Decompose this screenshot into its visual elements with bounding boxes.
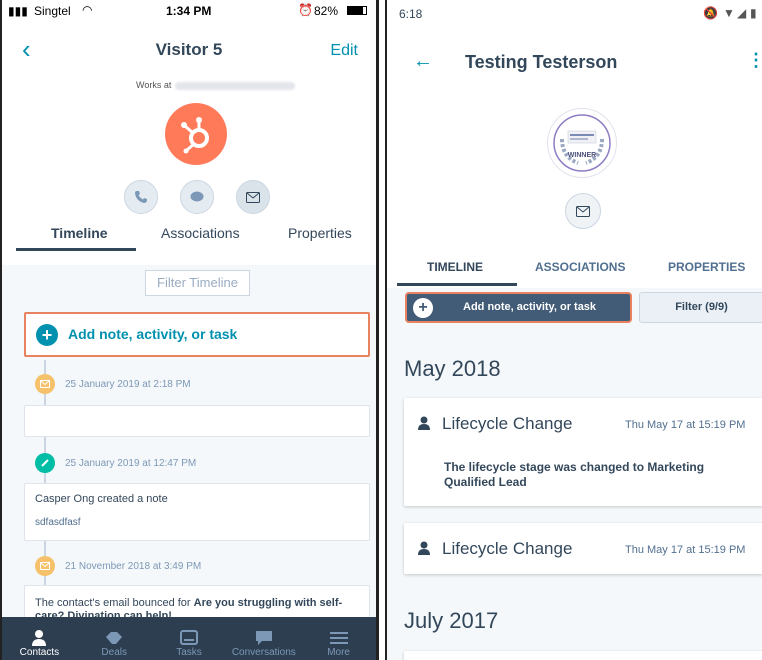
- active-tab-indicator: [16, 248, 136, 251]
- tab-properties[interactable]: PROPERTIES: [668, 260, 745, 274]
- tasks-icon: [179, 630, 198, 645]
- nav-tasks[interactable]: Tasks: [152, 617, 227, 660]
- email-button[interactable]: [236, 180, 270, 214]
- person-icon: [32, 630, 47, 646]
- bottom-nav: Contacts Deals Tasks Conversations More: [2, 617, 376, 660]
- avatar-caption: WINNER: [568, 152, 596, 159]
- tab-properties[interactable]: Properties: [288, 225, 352, 241]
- edit-button[interactable]: Edit: [330, 42, 358, 60]
- handshake-icon: [106, 632, 123, 644]
- nav-contacts[interactable]: Contacts: [2, 617, 77, 660]
- note-action: created a note: [97, 493, 168, 505]
- tab-bar: TIMELINE ASSOCIATIONS PROPERTIES: [387, 258, 762, 288]
- nav-label: Contacts: [19, 647, 60, 658]
- alarm-icon: ⏰: [298, 3, 313, 17]
- event-title: Lifecycle Change: [442, 414, 573, 433]
- timeline-card[interactable]: [404, 651, 762, 660]
- timeline-card[interactable]: [24, 405, 370, 437]
- battery-percent: 82%: [314, 4, 339, 18]
- active-tab-indicator: [397, 283, 517, 286]
- wifi-icon: ▼: [723, 6, 735, 20]
- add-note-button[interactable]: + Add note, activity, or task: [24, 312, 370, 357]
- tab-bar: Timeline Associations Properties: [2, 225, 376, 253]
- email-button[interactable]: [565, 193, 601, 229]
- page-title: Testing Testerson: [465, 52, 618, 72]
- event-date: Thu May 17 at 15:19 PM: [625, 544, 746, 556]
- nav-deals[interactable]: Deals: [77, 617, 152, 660]
- event-date: Thu May 17 at 15:19 PM: [625, 419, 746, 431]
- nav-conversations[interactable]: Conversations: [226, 617, 301, 660]
- battery-icon: [347, 6, 367, 15]
- chat-bubble-icon: [190, 191, 204, 202]
- phone-icon: [135, 191, 147, 203]
- person-icon: [418, 541, 430, 555]
- nav-label: Tasks: [176, 647, 202, 658]
- timeline-card[interactable]: Casper Ong created a note sdfasdfasf: [24, 483, 370, 541]
- filter-button[interactable]: Filter (9/9): [639, 292, 762, 323]
- menu-icon: [329, 632, 348, 644]
- add-note-button[interactable]: + Add note, activity, or task: [405, 292, 632, 323]
- nav-label: More: [327, 647, 350, 658]
- overflow-menu-icon[interactable]: ⋮: [747, 50, 762, 71]
- tab-associations[interactable]: Associations: [161, 225, 240, 241]
- status-time: 6:18: [399, 7, 423, 21]
- winner-badge-icon: WINNER: [553, 114, 611, 172]
- ios-app-screen: ▮▮▮ Singtel ◠ 1:34 PM ⏰ 82% ‹ Visitor 5 …: [0, 0, 379, 660]
- wifi-icon: ◠: [82, 3, 93, 17]
- month-heading: May 2018: [404, 356, 501, 381]
- add-note-label: Add note, activity, or task: [463, 301, 597, 313]
- add-note-label: Add note, activity, or task: [68, 326, 238, 342]
- android-app-screen: 6:18 🔕 ▼ ◢ ▮ ← Testing Testerson ⋮ WINNE…: [385, 0, 762, 660]
- email-icon: [35, 374, 55, 394]
- nav-label: Conversations: [231, 647, 296, 658]
- signal-icon: ▮▮▮: [8, 4, 28, 18]
- note-body: sdfasdfasf: [35, 517, 81, 528]
- person-icon: [418, 416, 430, 430]
- bounce-prefix: The contact's email bounced for: [35, 597, 191, 609]
- page-title: Visitor 5: [155, 40, 223, 59]
- filter-timeline-button[interactable]: Filter Timeline: [145, 270, 250, 296]
- event-body: The lifecycle stage was changed to Marke…: [444, 460, 705, 489]
- works-at-line: Works at: [136, 80, 296, 90]
- email-icon: [35, 556, 55, 576]
- timeline-date: 21 November 2018 at 3:49 PM: [65, 561, 202, 572]
- note-summary: Casper Ong created a note: [35, 493, 168, 505]
- contact-avatar: WINNER: [547, 108, 617, 178]
- timeline-date: 25 January 2019 at 12:47 PM: [65, 458, 197, 469]
- status-time: 1:34 PM: [166, 4, 212, 18]
- notifications-off-icon: 🔕: [703, 6, 718, 20]
- timeline-card[interactable]: Lifecycle Change Thu May 17 at 15:19 PM …: [404, 398, 762, 506]
- envelope-icon: [576, 205, 590, 217]
- nav-more[interactable]: More: [301, 617, 376, 660]
- status-bar: 6:18 🔕 ▼ ◢ ▮: [387, 0, 762, 26]
- timeline-date: 25 January 2019 at 2:18 PM: [65, 379, 191, 390]
- company-blurred: [175, 81, 296, 90]
- hubspot-logo-icon: [165, 103, 227, 165]
- status-bar: ▮▮▮ Singtel ◠ 1:34 PM ⏰ 82%: [2, 0, 376, 22]
- call-button[interactable]: [124, 180, 158, 214]
- battery-icon: ▮: [750, 6, 757, 20]
- month-heading: July 2017: [404, 608, 499, 633]
- note-author[interactable]: Casper Ong: [35, 493, 94, 505]
- event-title: Lifecycle Change: [442, 539, 573, 558]
- works-at-label: Works at: [136, 80, 172, 90]
- nav-label: Deals: [101, 647, 127, 658]
- back-arrow-icon[interactable]: ←: [413, 50, 433, 73]
- carrier-label: Singtel: [34, 4, 71, 18]
- timeline-card[interactable]: Lifecycle Change Thu May 17 at 15:19 PM: [404, 523, 762, 574]
- plus-icon: +: [413, 298, 433, 318]
- message-button[interactable]: [180, 180, 214, 214]
- signal-icon: ◢: [737, 6, 747, 20]
- tab-timeline[interactable]: Timeline: [51, 225, 108, 241]
- tab-associations[interactable]: ASSOCIATIONS: [535, 260, 625, 274]
- note-pencil-icon: [35, 453, 55, 473]
- tab-timeline[interactable]: TIMELINE: [427, 260, 483, 274]
- chat-icon: [255, 631, 272, 645]
- envelope-icon: [246, 191, 260, 203]
- plus-icon: +: [36, 324, 58, 346]
